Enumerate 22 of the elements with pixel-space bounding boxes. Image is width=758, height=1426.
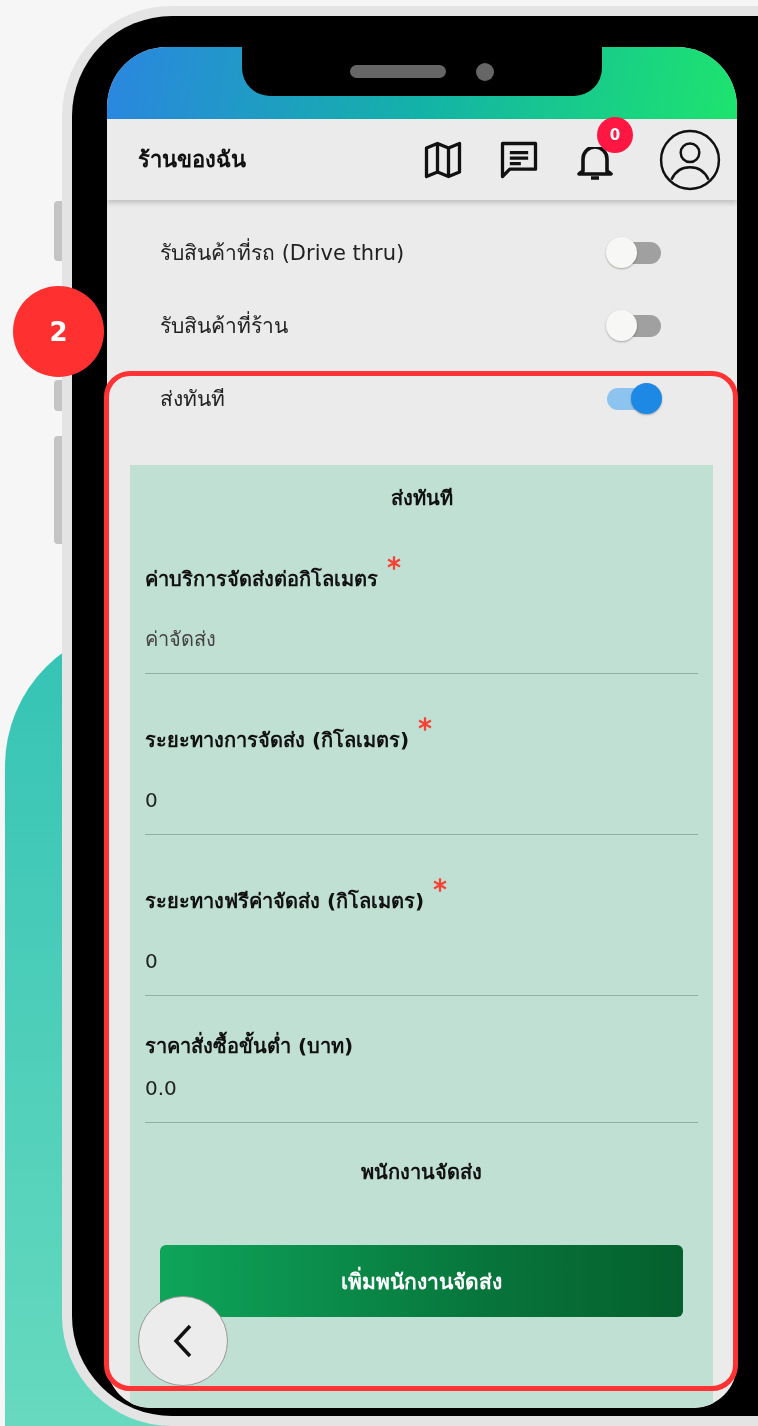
field-label: ค่าบริการจัดส่งต่อกิโลเมตร	[145, 566, 378, 593]
section-title: พนักงานจัดส่ง	[360, 1159, 483, 1186]
input-field[interactable]: 0.0	[145, 1062, 698, 1122]
toggle-switch[interactable]	[605, 235, 663, 270]
chevron-left-icon	[173, 1324, 193, 1358]
profile-icon[interactable]	[659, 128, 721, 191]
section-title: ส่งทันที	[389, 485, 454, 512]
input-field[interactable]: ค่าจัดส่ง	[145, 595, 698, 673]
bell-icon[interactable]	[577, 146, 613, 181]
toggle-switch[interactable]	[605, 381, 663, 416]
input-field[interactable]: 0	[145, 917, 698, 995]
add-staff-button[interactable]: เพิ่มพนักงานจัดส่ง	[160, 1245, 683, 1317]
toggle-switch[interactable]	[605, 308, 663, 343]
option-label: รับสินค้าที่รถ (Drive thru)	[160, 236, 405, 269]
option-label: รับสินค้าที่ร้าน	[160, 309, 288, 342]
notification-badge: 0	[597, 116, 633, 153]
input-field[interactable]: 0	[145, 756, 698, 834]
option-label: ส่งทันที	[160, 386, 225, 413]
field-label: ระยะทางฟรีค่าจัดส่ง (กิโลเมตร)	[145, 888, 425, 915]
field-label: ระยะทางการจัดส่ง (กิโลเมตร)	[145, 727, 410, 754]
field-label: ราคาสั่งซื้อขั้นต่ำ (บาท)	[145, 1030, 354, 1062]
page-title: ร้านของฉัน	[138, 146, 246, 174]
